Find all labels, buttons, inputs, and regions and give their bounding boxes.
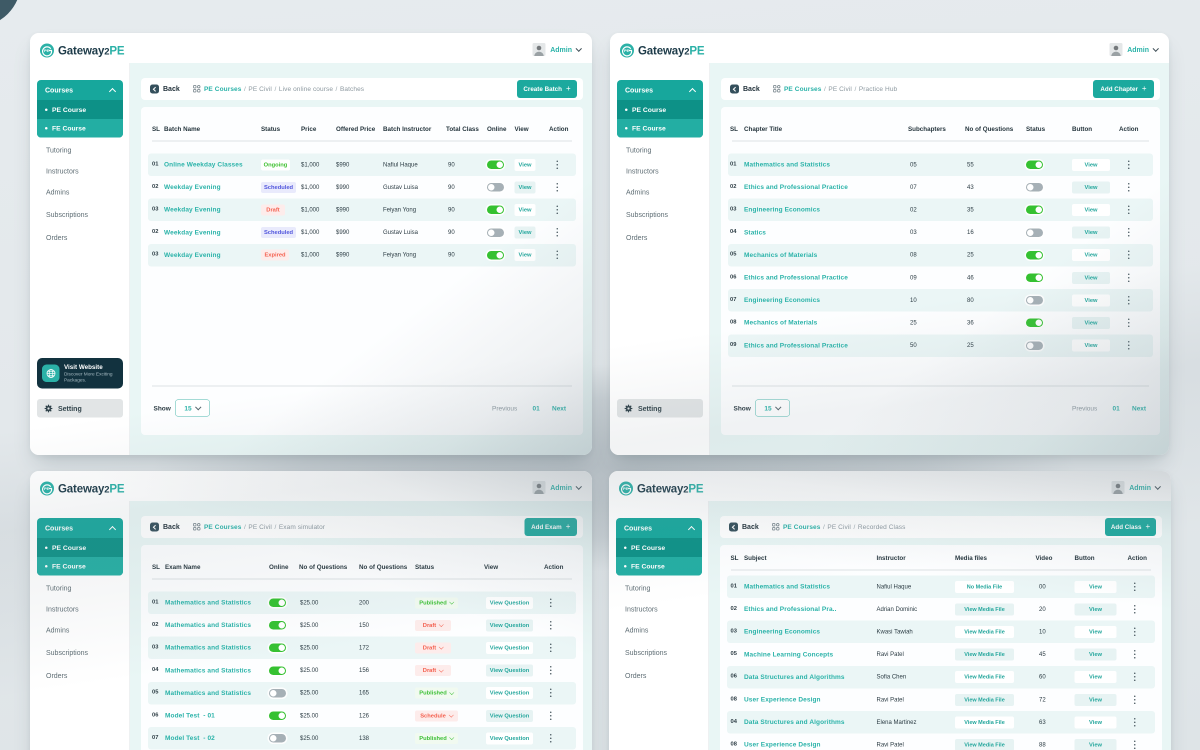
svg-text:PE: PE <box>44 486 50 491</box>
svg-text:PE: PE <box>44 48 50 53</box>
svg-text:PE: PE <box>623 486 629 491</box>
svg-text:PE: PE <box>624 48 630 53</box>
